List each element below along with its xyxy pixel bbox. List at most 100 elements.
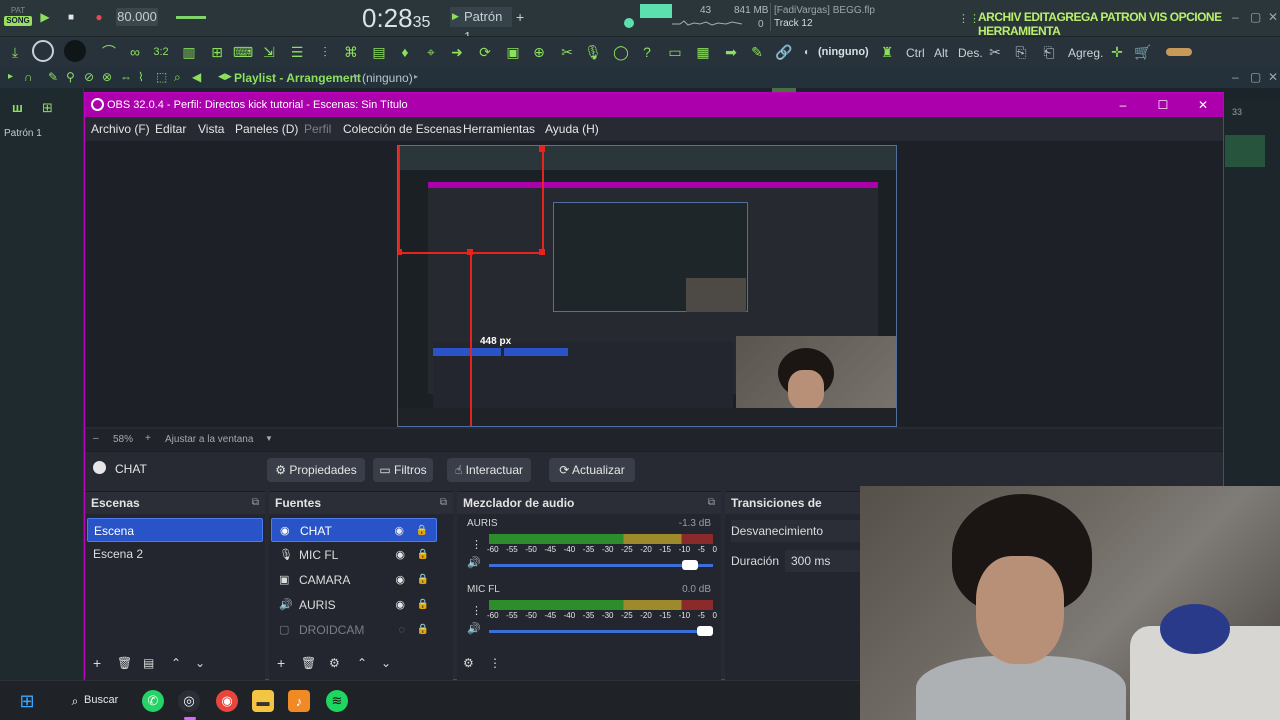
menu-herramientas[interactable]: Herramientas	[463, 122, 535, 136]
remove-scene-icon[interactable]: 🗑	[117, 656, 132, 670]
pl-maximize-icon[interactable]: ▢	[1250, 70, 1261, 84]
refresh-icon[interactable]: ⟳	[474, 41, 496, 63]
eye-icon[interactable]: ◉	[395, 543, 405, 567]
zoom-icon[interactable]: ⌕	[174, 70, 181, 85]
source-item[interactable]: ▣ CAMARA ◉ 🔒	[271, 568, 437, 592]
knob-icon[interactable]	[32, 40, 54, 62]
lock-icon[interactable]: 🔒	[417, 593, 429, 617]
fl-minimize-icon[interactable]: –	[1232, 10, 1239, 24]
paste-icon[interactable]: ⎗	[1038, 41, 1060, 63]
stop-icon[interactable]: ■	[62, 8, 80, 26]
fl-close-icon[interactable]: ✕	[1268, 10, 1278, 24]
lock-icon[interactable]: 🔒	[417, 543, 429, 567]
pick-icon[interactable]: ⌖	[420, 41, 442, 63]
audio-clip[interactable]	[1225, 135, 1265, 167]
keyboard-icon[interactable]: ⌨	[232, 41, 254, 63]
brush2-icon[interactable]: ⚲	[66, 70, 75, 84]
mixer-undock-icon[interactable]: ⧉	[708, 492, 715, 514]
source-settings-icon[interactable]: ⚙	[329, 656, 340, 670]
channel-icon[interactable]: ⌘	[340, 41, 362, 63]
brush-icon[interactable]: ✎	[746, 41, 768, 63]
eye-hidden-icon[interactable]: ◌	[398, 618, 405, 642]
fit-dropdown-icon[interactable]: ▼	[265, 434, 273, 443]
mixer-menu-icon[interactable]: ⋮	[489, 656, 501, 670]
mixer-settings-icon[interactable]: ⚙	[463, 656, 474, 670]
pencil-icon[interactable]: ✎	[48, 70, 58, 84]
add-scene-icon[interactable]: +	[93, 655, 101, 671]
mute-icon[interactable]: ⊗	[102, 70, 112, 84]
arrange-icon[interactable]: ⇲	[258, 41, 280, 63]
volume-slider[interactable]	[489, 626, 713, 636]
arrow-icon[interactable]: ▸	[8, 71, 13, 82]
alt-label[interactable]: Alt	[934, 46, 948, 60]
menu-paneles[interactable]: Paneles (D)	[235, 122, 298, 136]
ctrl-label[interactable]: Ctrl	[906, 46, 925, 60]
menu-coleccion-escenas[interactable]: Colección de Escenas	[343, 122, 462, 136]
obs-titlebar[interactable]: OBS 32.0.4 - Perfil: Directos kick tutor…	[85, 93, 1223, 117]
volume-knob[interactable]	[697, 626, 713, 636]
scenes-undock-icon[interactable]: ⧉	[252, 492, 259, 514]
channel-menu-icon[interactable]: ⋮	[471, 538, 482, 551]
stamp-icon[interactable]: ♜	[876, 41, 898, 63]
interact-button[interactable]: ☝ Interactuar	[447, 458, 531, 482]
chrome-icon[interactable]: ◉	[216, 690, 238, 712]
whatsapp-icon[interactable]: ✆	[142, 690, 164, 712]
source-item[interactable]: 🔊 AURIS ◉ 🔒	[271, 593, 437, 617]
source-item[interactable]: ◉ CHAT ◉ 🔒	[271, 518, 437, 542]
folder-icon[interactable]: ▬	[252, 690, 274, 712]
scene-item[interactable]: Escena 2	[87, 542, 263, 566]
magnet-icon[interactable]: ∩	[24, 70, 33, 84]
scene-filters-icon[interactable]: ▤	[143, 656, 154, 670]
cross-icon[interactable]: ✛	[1106, 41, 1128, 63]
menu-ayuda[interactable]: Ayuda (H)	[545, 122, 599, 136]
deshacer-label[interactable]: Des.	[958, 46, 983, 60]
source-item[interactable]: ▢ DROIDCAM ◌ 🔒	[271, 618, 437, 642]
piano-icon[interactable]: ▦	[692, 41, 714, 63]
preview-canvas[interactable]: 448 px	[397, 145, 897, 427]
sources-undock-icon[interactable]: ⧉	[440, 492, 447, 514]
snap-selector[interactable]: (ninguno)	[818, 46, 869, 58]
news-panel-icon[interactable]	[1166, 48, 1192, 56]
scene-item[interactable]: Escena	[87, 518, 263, 542]
zoom-in-icon[interactable]: +	[145, 433, 151, 444]
grid-icon[interactable]: ⊞	[42, 100, 53, 116]
duration-input[interactable]: 300 ms	[785, 550, 865, 572]
refresh-button[interactable]: ⟳ Actualizar	[549, 458, 635, 482]
cut-icon[interactable]: ✂	[556, 41, 578, 63]
search-icon[interactable]: ⌕	[64, 690, 86, 712]
eye-icon[interactable]: ◉	[395, 593, 405, 617]
fl-maximize-icon[interactable]: ▢	[1250, 10, 1261, 24]
scene-down-icon[interactable]: ⌄	[195, 656, 205, 670]
tempo-display[interactable]: 80.000	[116, 8, 158, 26]
play-icon[interactable]: ▶	[36, 8, 54, 26]
menu-archivo[interactable]: Archivo (F)	[91, 122, 150, 136]
zoom-out-icon[interactable]: –	[93, 433, 99, 444]
copy-icon[interactable]: ⎘	[1010, 41, 1032, 63]
browser-icon[interactable]: ш	[12, 100, 23, 115]
render-icon[interactable]: ⊕	[528, 41, 550, 63]
download-icon[interactable]: ⤓	[4, 41, 26, 63]
list-icon[interactable]: ☰	[286, 41, 308, 63]
slice-icon[interactable]: ⌇	[138, 70, 144, 84]
source-up-icon[interactable]: ⌃	[357, 656, 367, 670]
source-down-icon[interactable]: ⌄	[381, 656, 391, 670]
master-volume-slider[interactable]	[176, 16, 206, 19]
obs-minimize-icon[interactable]: –	[1103, 93, 1143, 117]
volume-icon[interactable]: 🔊	[467, 556, 481, 569]
window-icon[interactable]: ▭	[664, 41, 686, 63]
eye-icon[interactable]: ◉	[395, 568, 405, 592]
fit-window-select[interactable]: Ajustar a la ventana	[165, 434, 253, 445]
pl-close-icon[interactable]: ✕	[1268, 70, 1278, 84]
knob-dark-icon[interactable]	[64, 40, 86, 62]
link-icon[interactable]: 🔗	[773, 41, 795, 63]
volume-slider[interactable]	[489, 560, 713, 570]
mixer-icon[interactable]: ⫶	[314, 41, 336, 63]
lock-icon[interactable]: 🔒	[416, 519, 428, 543]
windows-start-icon[interactable]: ⊞	[16, 690, 38, 712]
slip-icon[interactable]: ⇔	[120, 70, 132, 84]
obs-close-icon[interactable]: ✕	[1183, 93, 1223, 117]
menu-vista[interactable]: Vista	[198, 122, 224, 136]
menu-editar[interactable]: Editar	[155, 122, 186, 136]
pl-minimize-icon[interactable]: –	[1232, 70, 1239, 84]
midi-icon[interactable]: ⊞	[206, 41, 228, 63]
